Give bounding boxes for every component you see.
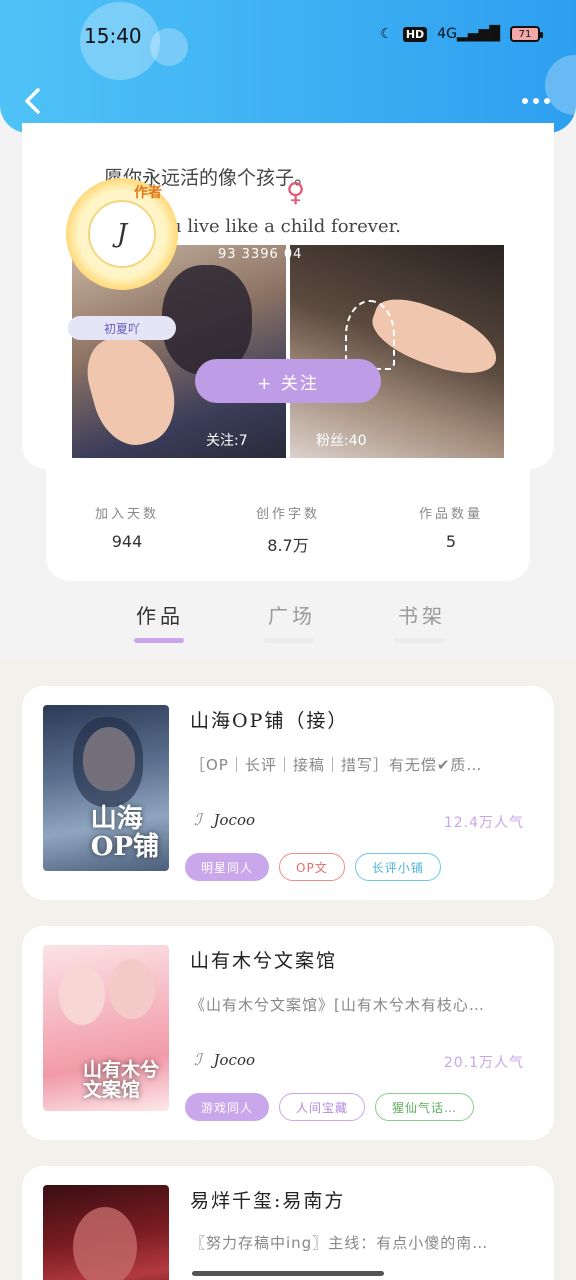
status-time: 15:40 — [84, 24, 142, 48]
user-id-text: 93 3396 04 — [218, 247, 303, 262]
stat-join-days: 加入天数 944 — [94, 507, 159, 551]
tag[interactable]: 猩仙气话… — [375, 1093, 475, 1121]
tag[interactable]: OP文 — [279, 853, 345, 881]
decor-bubble — [150, 28, 188, 66]
work-card[interactable]: 易烊千玺:易南方 〖努力存稿中ing〗主线：有点小傻的南… — [22, 1166, 554, 1280]
banner-image-right — [290, 245, 504, 458]
tab-indicator — [264, 638, 314, 643]
author-signature-icon: ℐ — [194, 810, 202, 829]
work-popularity: 12.4万人气 — [443, 815, 524, 831]
author-badge: 作者 — [134, 185, 162, 201]
work-title: 山有木兮文案馆 — [190, 950, 338, 972]
work-title: 山海OP铺（接） — [190, 710, 349, 732]
work-description: 《山有木兮文案馆》[山有木兮木有枝心… — [190, 996, 485, 1014]
tab-bookshelf[interactable]: 书架 — [398, 600, 446, 629]
nickname-tag: 初夏吖 — [68, 316, 176, 340]
home-indicator[interactable] — [192, 1271, 384, 1276]
tab-active-indicator — [134, 638, 184, 643]
work-tags: 游戏同人 人间宝藏 猩仙气话… — [185, 1093, 475, 1121]
work-description: ［OP｜长评｜接稿｜措写］有无偿✔质… — [190, 756, 483, 774]
moon-icon: ☾ — [380, 26, 393, 42]
tag[interactable]: 游戏同人 — [185, 1093, 270, 1121]
work-cover: 山有木兮 文案馆 — [43, 945, 169, 1111]
signal-icon: 4G▂▄▆█ — [437, 26, 500, 42]
work-description: 〖努力存稿中ing〗主线：有点小傻的南… — [190, 1234, 489, 1252]
tag[interactable]: 明星同人 — [185, 853, 270, 881]
battery-icon: 71 — [510, 26, 543, 42]
stat-works-count: 作品数量 5 — [418, 507, 483, 551]
tag[interactable]: 长评小铺 — [354, 853, 441, 881]
work-popularity: 20.1万人气 — [443, 1055, 524, 1071]
follow-button[interactable]: + 关注 — [195, 359, 381, 403]
work-author: ℐ Jocoo — [194, 1050, 256, 1069]
tab-square[interactable]: 广场 — [268, 600, 316, 629]
fans-count[interactable]: 粉丝:40 — [316, 430, 367, 450]
tab-works[interactable]: 作品 — [136, 600, 184, 629]
work-cover: 山海 OP铺 — [43, 705, 169, 871]
avatar[interactable]: J — [88, 200, 156, 268]
top-header: 15:40 ☾ HD 4G▂▄▆█ 71 — [0, 0, 576, 133]
tag[interactable]: 人间宝藏 — [279, 1093, 366, 1121]
hd-badge: HD — [402, 26, 428, 42]
work-author: ℐ Jocoo — [194, 810, 256, 829]
work-card[interactable]: 山有木兮 文案馆 山有木兮文案馆 《山有木兮文案馆》[山有木兮木有枝心… ℐ J… — [22, 926, 554, 1140]
stat-word-count: 创作字数 8.7万 — [255, 507, 320, 555]
work-card[interactable]: 山海 OP铺 山海OP铺（接） ［OP｜长评｜接稿｜措写］有无偿✔质… ℐ Jo… — [22, 686, 554, 900]
status-icons: ☾ HD 4G▂▄▆█ 71 — [380, 26, 543, 42]
more-dots-icon[interactable] — [522, 98, 550, 104]
decor-bubble — [545, 55, 576, 115]
work-title: 易烊千玺:易南方 — [190, 1190, 346, 1212]
female-gender-icon: ♀ — [286, 178, 306, 208]
back-chevron-icon[interactable] — [22, 88, 44, 114]
tab-indicator — [394, 638, 444, 643]
work-cover — [43, 1185, 169, 1280]
work-tags: 明星同人 OP文 长评小铺 — [185, 853, 441, 881]
following-count[interactable]: 关注:7 — [206, 430, 248, 450]
profile-quote-en: u live like a child forever. — [170, 216, 401, 237]
author-signature-icon: ℐ — [194, 1050, 202, 1069]
